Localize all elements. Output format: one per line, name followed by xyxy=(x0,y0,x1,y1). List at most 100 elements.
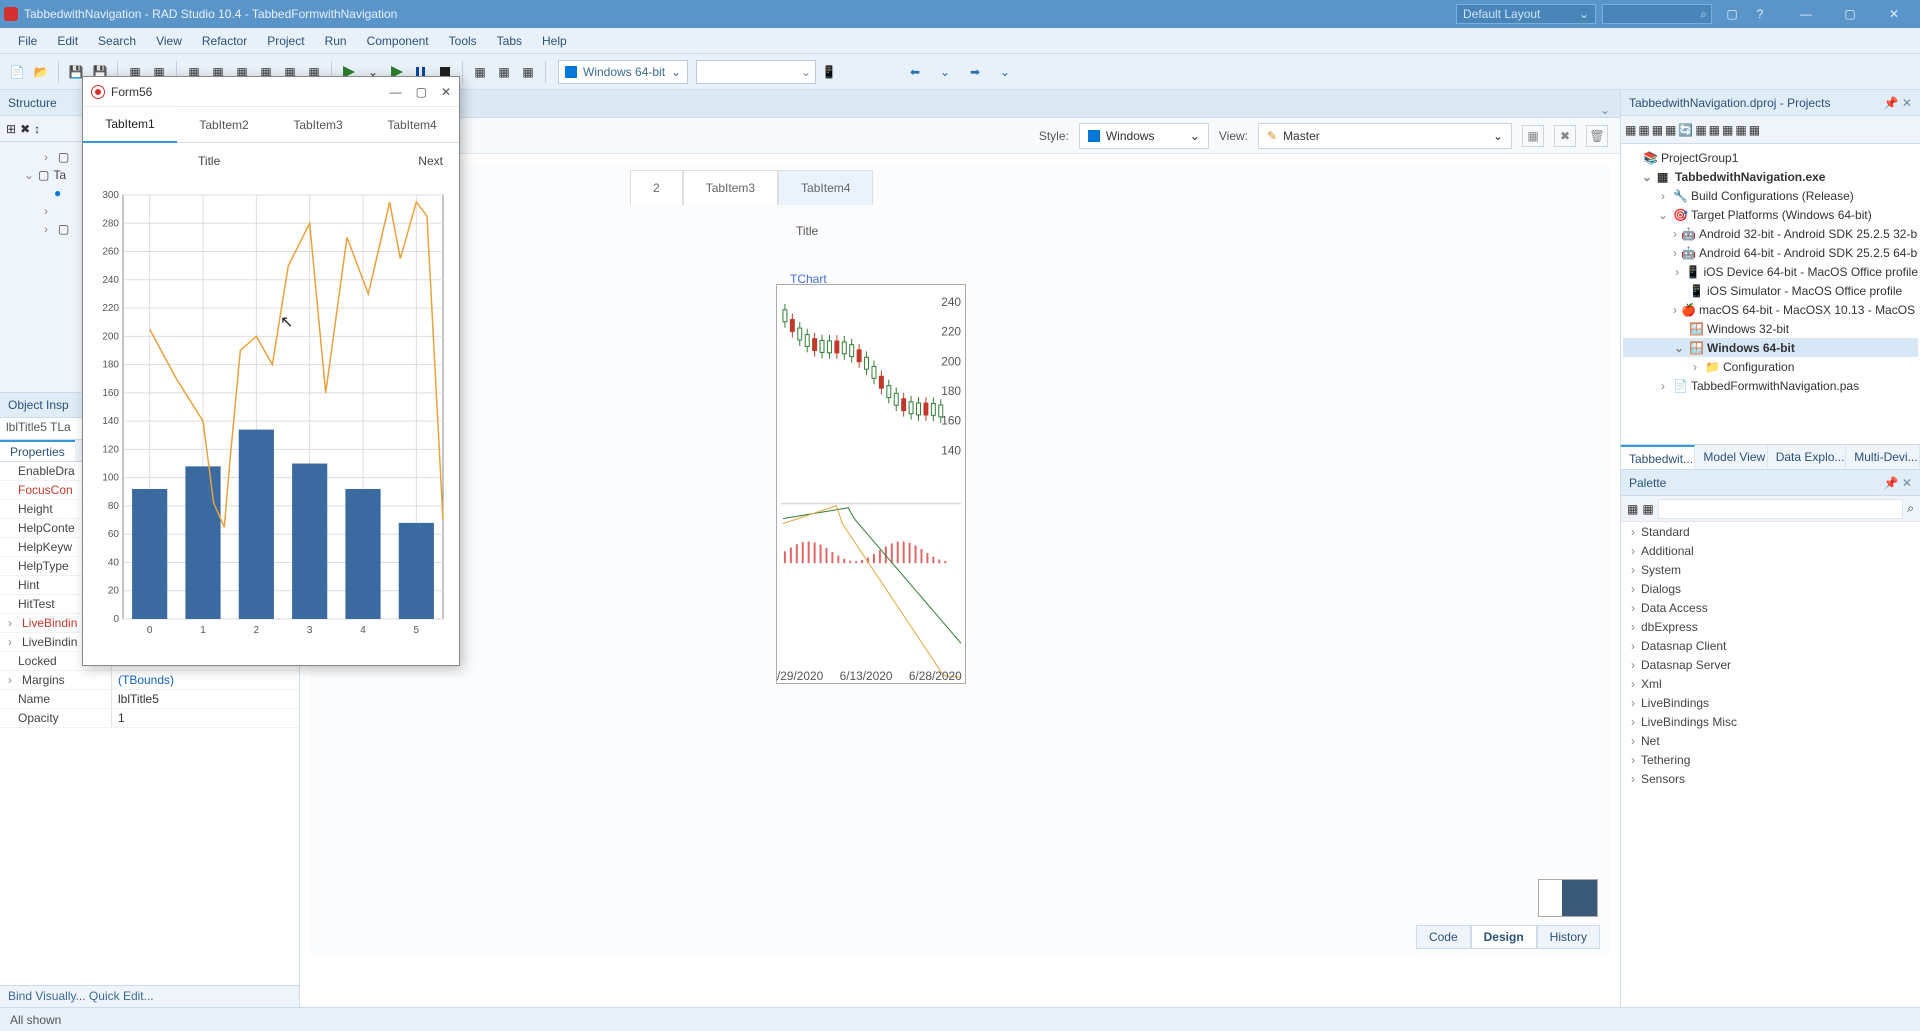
project-tree-row[interactable]: ›🤖Android 64-bit - Android SDK 25.2.5 64… xyxy=(1623,243,1918,262)
oi-tab-properties[interactable]: Properties xyxy=(0,440,75,461)
runform-tab[interactable]: TabItem2 xyxy=(177,107,271,143)
proj-tab[interactable]: Data Explo... xyxy=(1768,445,1847,469)
candlestick-chart[interactable]: 2402202001801601405/29/20206/13/20206/28… xyxy=(776,284,966,684)
runform-tab[interactable]: TabItem3 xyxy=(271,107,365,143)
menu-tools[interactable]: Tools xyxy=(439,30,487,52)
chevron-down-icon[interactable]: ⌄ xyxy=(932,61,958,83)
project-tree-row[interactable]: ›🤖Android 32-bit - Android SDK 25.2.5 32… xyxy=(1623,224,1918,243)
form-tab[interactable]: 2 xyxy=(630,170,683,205)
palette-category[interactable]: ›Datasnap Client xyxy=(1621,636,1920,655)
palette-category[interactable]: ›Net xyxy=(1621,731,1920,750)
form-tab[interactable]: TabItem3 xyxy=(683,170,778,205)
property-row[interactable]: NamelblTitle5 xyxy=(0,690,299,709)
tool-icon[interactable]: ▦ xyxy=(1642,502,1653,516)
palette-category[interactable]: ›LiveBindings Misc xyxy=(1621,712,1920,731)
step-icon[interactable]: ▦ xyxy=(517,61,539,83)
mode-code[interactable]: Code xyxy=(1416,925,1471,949)
tool-icon[interactable]: ▦ xyxy=(1749,123,1760,137)
mode-history[interactable]: History xyxy=(1537,925,1600,949)
tool-icon[interactable]: ▦ xyxy=(1709,123,1720,137)
step-icon[interactable]: ▦ xyxy=(493,61,515,83)
project-tree-row[interactable]: ›📱iOS Device 64-bit - MacOS Office profi… xyxy=(1623,262,1918,281)
tool-icon[interactable]: ▦ xyxy=(1695,123,1706,137)
proj-tab[interactable]: Multi-Devi... xyxy=(1846,445,1920,469)
tool-icon[interactable]: ▦ xyxy=(1735,123,1746,137)
titlebar-search[interactable]: ⌕ xyxy=(1602,4,1712,24)
pin-icon[interactable]: 📌 ✕ xyxy=(1884,96,1912,110)
tool-icon[interactable]: ↕ xyxy=(34,122,40,136)
tool-icon[interactable]: ▦ xyxy=(1638,123,1649,137)
property-row[interactable]: Margins(TBounds) xyxy=(0,671,299,690)
close-button[interactable]: ✕ xyxy=(441,85,451,99)
tool-icon[interactable]: ✖ xyxy=(1554,125,1576,147)
menu-refactor[interactable]: Refactor xyxy=(192,30,257,52)
chevron-down-icon[interactable]: ⌄ xyxy=(992,61,1018,83)
palette-category[interactable]: ›Tethering xyxy=(1621,750,1920,769)
tool-icon[interactable]: ▦ xyxy=(1652,123,1663,137)
desktop-icon[interactable]: ▢ xyxy=(1718,3,1746,25)
project-tree-row[interactable]: 🪟Windows 32-bit xyxy=(1623,319,1918,338)
nav-forward-button[interactable]: ➡ xyxy=(962,61,988,83)
tool-icon[interactable]: ▦ xyxy=(1522,125,1544,147)
nav-back-button[interactable]: ⬅ xyxy=(902,61,928,83)
project-tree-row[interactable]: ›📄TabbedFormwithNavigation.pas xyxy=(1623,376,1918,395)
menu-run[interactable]: Run xyxy=(315,30,357,52)
project-tree-row[interactable]: ›📁Configuration xyxy=(1623,357,1918,376)
bar-line-chart[interactable]: 0204060801001201401601802002202402602803… xyxy=(89,189,451,649)
style-combo[interactable]: Windows ⌄ xyxy=(1079,123,1209,149)
menu-view[interactable]: View xyxy=(146,30,192,52)
menu-project[interactable]: Project xyxy=(257,30,314,52)
chevron-down-icon[interactable]: ⌄ xyxy=(1600,103,1610,117)
palette-category[interactable]: ›Xml xyxy=(1621,674,1920,693)
platform-combo[interactable]: Windows 64-bit ⌄ xyxy=(558,60,688,84)
runform-tab[interactable]: TabItem1 xyxy=(83,107,177,143)
property-row[interactable]: Opacity1 xyxy=(0,709,299,728)
view-combo[interactable]: ✎ Master ⌄ xyxy=(1258,123,1512,149)
project-tree-row[interactable]: ›🔧Build Configurations (Release) xyxy=(1623,186,1918,205)
oi-footer[interactable]: Bind Visually... Quick Edit... xyxy=(0,985,299,1007)
close-button[interactable]: ✕ xyxy=(1872,0,1916,28)
step-icon[interactable]: ▦ xyxy=(469,61,491,83)
thumbnail-preview[interactable] xyxy=(1538,879,1598,917)
mode-design[interactable]: Design xyxy=(1471,925,1537,949)
tool-icon[interactable]: ▦ xyxy=(1625,123,1636,137)
maximize-button[interactable]: ▢ xyxy=(1828,0,1872,28)
menu-help[interactable]: Help xyxy=(532,30,577,52)
palette-search[interactable] xyxy=(1658,499,1904,519)
layout-combo[interactable]: Default Layout ⌄ xyxy=(1456,4,1596,24)
runform-tab[interactable]: TabItem4 xyxy=(365,107,459,143)
menu-file[interactable]: File xyxy=(8,30,47,52)
phone-icon[interactable]: 📱 xyxy=(818,61,840,83)
design-surface[interactable]: 2 TabItem3 TabItem4 Title TChart 2402202… xyxy=(310,164,1610,957)
tool-icon[interactable]: ▦ xyxy=(1665,123,1676,137)
palette-list[interactable]: ›Standard›Additional›System›Dialogs›Data… xyxy=(1621,522,1920,1007)
tool-icon[interactable]: 🔄 xyxy=(1678,123,1693,137)
project-tree-row[interactable]: 📱iOS Simulator - MacOS Office profile xyxy=(1623,281,1918,300)
palette-category[interactable]: ›Sensors xyxy=(1621,769,1920,788)
menu-edit[interactable]: Edit xyxy=(47,30,88,52)
projects-tree[interactable]: 📚ProjectGroup1⌄▦TabbedwithNavigation.exe… xyxy=(1621,144,1920,444)
project-tree-row[interactable]: ›🍎macOS 64-bit - MacOSX 10.13 - MacOS Of… xyxy=(1623,300,1918,319)
palette-category[interactable]: ›Additional xyxy=(1621,541,1920,560)
form-tab[interactable]: TabItem4 xyxy=(778,170,873,205)
menu-component[interactable]: Component xyxy=(357,30,439,52)
help-icon[interactable]: ? xyxy=(1746,3,1774,25)
palette-category[interactable]: ›dbExpress xyxy=(1621,617,1920,636)
pin-icon[interactable]: 📌 ✕ xyxy=(1884,476,1912,490)
tool-icon[interactable]: ▦ xyxy=(1722,123,1733,137)
runform-titlebar[interactable]: Form56 — ▢ ✕ xyxy=(83,77,459,107)
palette-category[interactable]: ›Datasnap Server xyxy=(1621,655,1920,674)
tool-icon[interactable]: ⊞ xyxy=(6,122,16,136)
project-tree-row[interactable]: ⌄🎯Target Platforms (Windows 64-bit) xyxy=(1623,205,1918,224)
palette-category[interactable]: ›LiveBindings xyxy=(1621,693,1920,712)
proj-tab[interactable]: Model View xyxy=(1695,445,1767,469)
search-icon[interactable]: ⌕ xyxy=(1907,501,1914,516)
project-tree-row[interactable]: ⌄▦TabbedwithNavigation.exe xyxy=(1623,167,1918,186)
menu-tabs[interactable]: Tabs xyxy=(487,30,532,52)
tool-icon[interactable]: ▦ xyxy=(1627,502,1638,516)
palette-category[interactable]: ›System xyxy=(1621,560,1920,579)
menu-search[interactable]: Search xyxy=(88,30,146,52)
running-form-window[interactable]: Form56 — ▢ ✕ TabItem1 TabItem2 TabItem3 … xyxy=(82,76,460,666)
new-icon[interactable]: 📄 xyxy=(6,61,28,83)
next-button[interactable]: Next xyxy=(418,154,443,168)
